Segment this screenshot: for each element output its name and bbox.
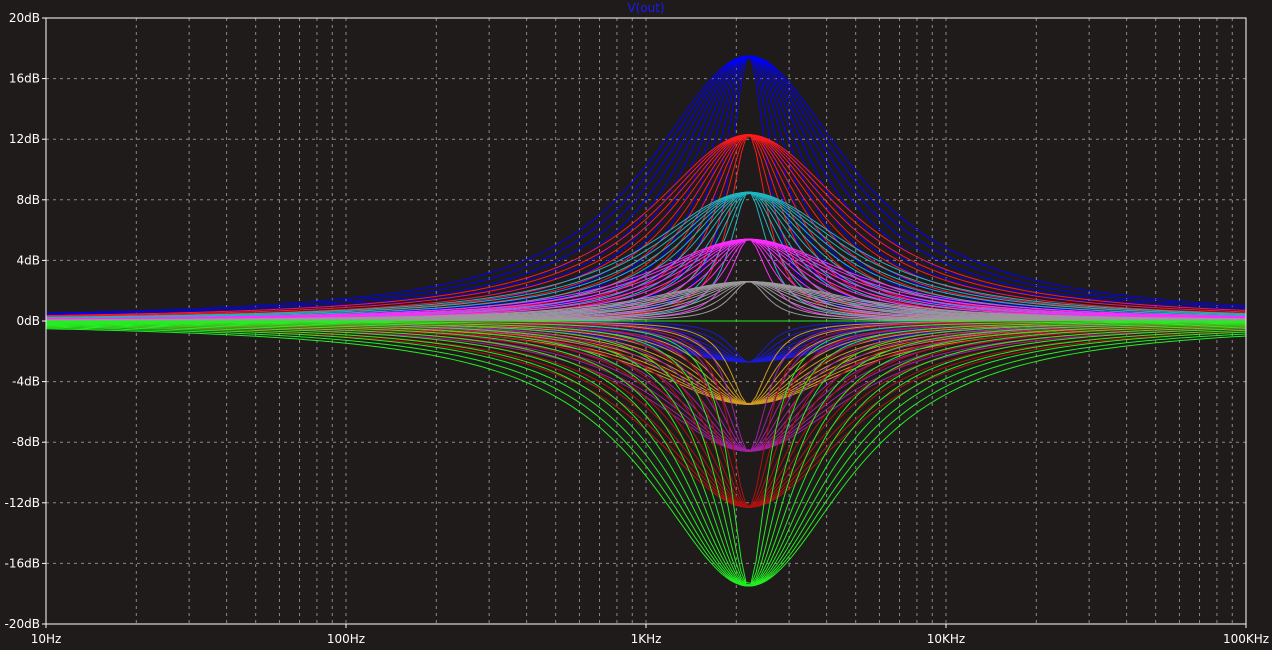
- x-tick-label: 100KHz: [1223, 632, 1269, 646]
- chart-title[interactable]: V(out): [627, 1, 664, 15]
- y-tick-label: -4dB: [12, 375, 40, 389]
- y-tick-label: -8dB: [12, 435, 40, 449]
- bode-plot[interactable]: 20dB 16dB 12dB 8dB 4dB 0dB -4dB -8dB -12dB -16dB -…: [0, 0, 1272, 650]
- plot-window: 20dB 16dB 12dB 8dB 4dB 0dB -4dB -8dB -12dB -16dB -…: [0, 0, 1272, 650]
- y-tick-label: 16dB: [9, 72, 40, 86]
- y-tick-label: 4dB: [17, 253, 40, 267]
- x-tick-label: 10Hz: [31, 632, 62, 646]
- x-tick-label: 100Hz: [327, 632, 365, 646]
- y-tick-label: 12dB: [9, 132, 40, 146]
- y-tick-label: 20dB: [9, 11, 40, 25]
- x-tick-label: 1KHz: [631, 632, 662, 646]
- y-tick-label: 8dB: [17, 193, 40, 207]
- y-tick-label: -20dB: [5, 617, 40, 631]
- x-tick-label: 10KHz: [927, 632, 965, 646]
- y-tick-label: 0dB: [17, 314, 40, 328]
- y-tick-label: -12dB: [5, 496, 40, 510]
- y-tick-label: -16dB: [5, 556, 40, 570]
